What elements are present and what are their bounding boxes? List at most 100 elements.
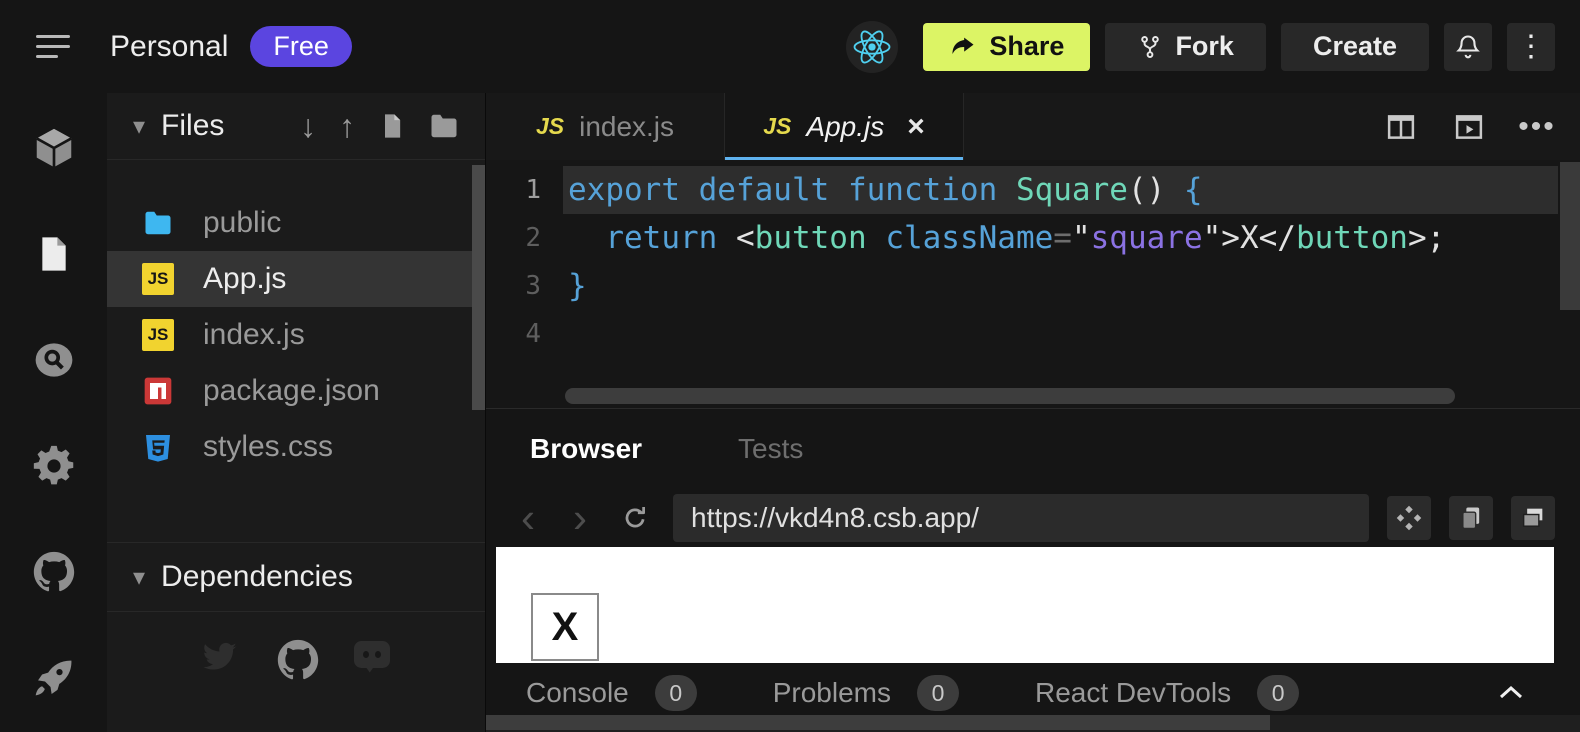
js-file-icon: JS — [763, 113, 791, 140]
preview-play-icon[interactable] — [1452, 110, 1486, 144]
browser-preview-page: X — [496, 547, 1554, 663]
statusbar-item-label: React DevTools — [1035, 677, 1231, 709]
code-line[interactable]: 2 return <button className="square">X</b… — [486, 214, 1580, 262]
qr-diamond-icon[interactable] — [1387, 496, 1431, 540]
refresh-icon[interactable] — [615, 503, 655, 533]
code-line-text — [563, 310, 1558, 358]
discord-icon[interactable] — [352, 638, 392, 678]
notifications-bell-icon[interactable] — [1444, 23, 1492, 71]
editor-vertical-scrollbar[interactable] — [1560, 162, 1580, 310]
code-line[interactable]: 1export default function Square() { — [486, 166, 1580, 214]
preview-tab-browser[interactable]: Browser — [530, 433, 642, 465]
download-arrow-icon[interactable]: ↓ — [300, 108, 316, 145]
dependencies-section-header[interactable]: ▾ Dependencies — [107, 542, 485, 612]
url-address-bar[interactable]: https://vkd4n8.csb.app/ — [673, 494, 1369, 542]
fork-button-label: Fork — [1175, 31, 1234, 62]
tab-close-icon[interactable]: × — [907, 110, 925, 144]
fork-icon — [1137, 34, 1163, 60]
open-window-icon[interactable] — [1511, 496, 1555, 540]
statusbar-item-label: Problems — [773, 677, 891, 709]
activity-search-icon[interactable] — [31, 337, 77, 383]
file-row[interactable]: public — [107, 195, 485, 251]
preview-tab-tests[interactable]: Tests — [738, 433, 803, 465]
url-text: https://vkd4n8.csb.app/ — [691, 502, 979, 534]
file-row[interactable]: JS index.js — [107, 307, 485, 363]
code-line-text: } — [563, 262, 1558, 310]
code-editor[interactable]: 1export default function Square() {2 ret… — [486, 160, 1580, 408]
activity-rocket-icon[interactable] — [31, 655, 77, 701]
chevron-down-icon: ▾ — [133, 112, 145, 141]
code-line[interactable]: 4 — [486, 310, 1580, 358]
file-name: styles.css — [203, 430, 333, 464]
file-explorer-panel: ▾ Files ↓ ↑ public JS App.js JS index.js pack… — [107, 93, 486, 732]
dependencies-header-label: Dependencies — [161, 560, 353, 594]
share-arrow-icon — [949, 33, 977, 61]
activity-settings-gear-icon[interactable] — [31, 443, 77, 489]
create-button[interactable]: Create — [1281, 23, 1429, 71]
react-logo-icon — [846, 21, 898, 73]
explorer-scrollbar[interactable] — [472, 165, 485, 410]
workspace-title: Personal — [110, 30, 228, 64]
file-name: App.js — [203, 262, 286, 296]
statusbar-item-problems[interactable]: Problems 0 — [773, 675, 959, 711]
share-button-label: Share — [989, 31, 1064, 62]
statusbar-item-label: Console — [526, 677, 629, 709]
activity-file-explorer-icon[interactable] — [31, 231, 77, 277]
chevron-down-icon: ▾ — [133, 563, 145, 592]
js-file-icon: JS — [141, 318, 175, 352]
js-file-icon: JS — [142, 319, 174, 351]
folder-file-icon — [141, 206, 175, 240]
file-row[interactable]: package.json — [107, 363, 485, 419]
files-header-actions: ↓ ↑ — [300, 108, 459, 145]
chevron-up-icon[interactable] — [1494, 677, 1528, 707]
social-links — [107, 638, 485, 678]
twitter-icon[interactable] — [200, 638, 240, 678]
more-options-kebab-icon[interactable]: ⋮ — [1507, 23, 1555, 71]
code-line[interactable]: 3} — [486, 262, 1580, 310]
github-icon[interactable] — [276, 638, 316, 678]
activity-github-icon[interactable] — [31, 549, 77, 595]
new-folder-icon[interactable] — [429, 111, 459, 141]
code-line-text: export default function Square() { — [563, 166, 1558, 214]
square-x-button[interactable]: X — [531, 593, 599, 661]
top-header: Personal Free Share Fork Create ⋮ — [0, 0, 1580, 93]
share-button[interactable]: Share — [923, 23, 1090, 71]
split-view-icon[interactable] — [1384, 110, 1418, 144]
statusbar-item-react-devtools[interactable]: React DevTools0 — [1035, 675, 1299, 711]
editor-tab[interactable]: JSApp.js× — [725, 93, 964, 160]
forward-chevron-icon[interactable]: › — [563, 498, 597, 538]
editor-tab-label: index.js — [579, 111, 674, 143]
file-name: public — [203, 206, 281, 240]
file-name: package.json — [203, 374, 380, 408]
plan-badge[interactable]: Free — [250, 26, 352, 67]
js-file-icon: JS — [141, 262, 175, 296]
codesandbox-app: Personal Free Share Fork Create ⋮ — [0, 0, 1580, 732]
new-file-icon[interactable] — [378, 112, 406, 140]
back-chevron-icon[interactable]: ‹ — [511, 498, 545, 538]
editor-horizontal-scrollbar[interactable] — [565, 388, 1455, 404]
statusbar-item-console[interactable]: Console0 — [526, 675, 697, 711]
activity-bar — [0, 93, 107, 732]
files-section-header[interactable]: ▾ Files ↓ ↑ — [107, 93, 485, 160]
file-row[interactable]: JS App.js — [107, 251, 485, 307]
npm-file-icon — [141, 374, 175, 408]
menu-hamburger-icon[interactable] — [36, 25, 80, 69]
file-name: index.js — [203, 318, 305, 352]
browser-nav-row: ‹ › https://vkd4n8.csb.app/ — [486, 489, 1580, 547]
fork-button[interactable]: Fork — [1105, 23, 1266, 71]
file-row[interactable]: styles.css — [107, 419, 485, 475]
editor-tabbar: JSindex.jsJSApp.js×••• — [486, 93, 1580, 160]
header-actions: Share Fork Create ⋮ — [846, 21, 1580, 73]
copy-url-icon[interactable] — [1449, 496, 1493, 540]
preview-tabs: Browser Tests — [486, 409, 1580, 489]
files-header-label: Files — [161, 109, 224, 143]
more-options-ellipsis-icon[interactable]: ••• — [1520, 110, 1554, 144]
count-badge: 0 — [917, 675, 959, 711]
editor-tab[interactable]: JSindex.js — [486, 93, 725, 160]
upload-arrow-icon[interactable]: ↑ — [339, 108, 355, 145]
bottom-scrollbar-thumb[interactable] — [486, 715, 1270, 730]
activity-sandbox-cube-icon[interactable] — [31, 125, 77, 171]
line-number: 4 — [486, 310, 563, 358]
line-number: 2 — [486, 214, 563, 262]
line-number: 1 — [486, 166, 563, 214]
